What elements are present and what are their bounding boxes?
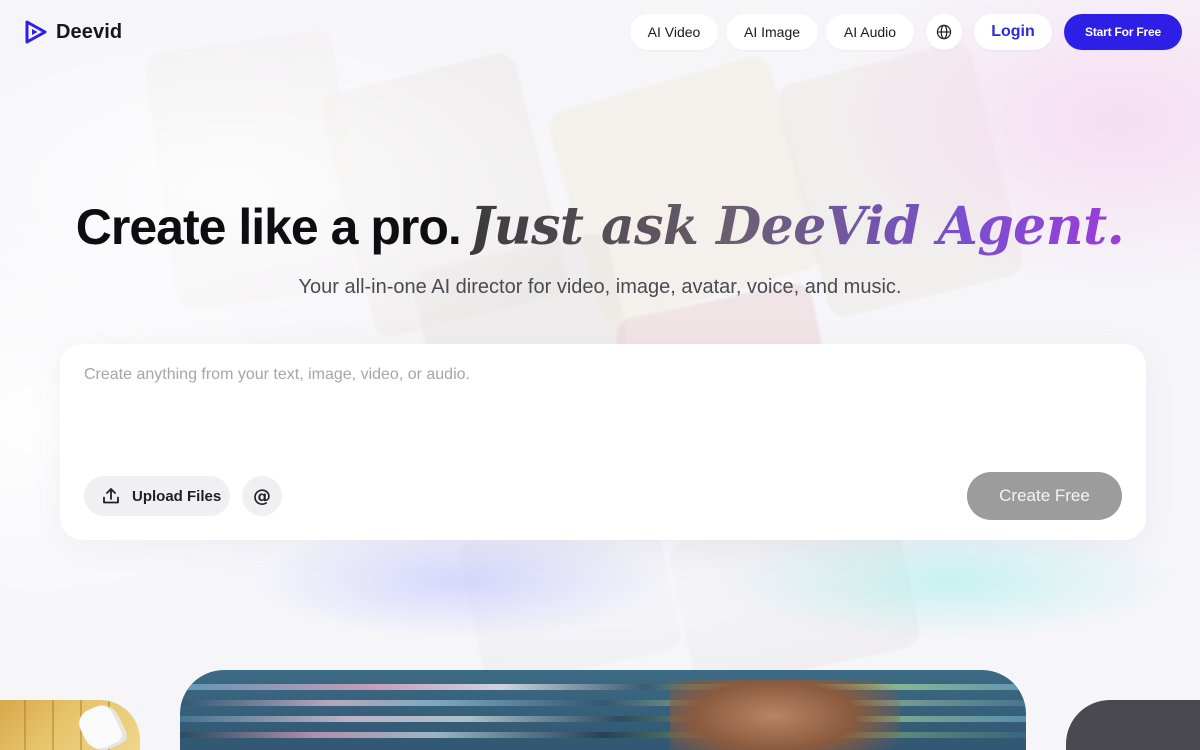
language-button[interactable] — [926, 14, 962, 50]
hero-title-bold: Create like a pro. — [75, 199, 462, 255]
thumbnail-stripe — [52, 700, 54, 750]
prompt-card: Upload Files @ Create Free — [60, 344, 1146, 540]
create-free-button[interactable]: Create Free — [967, 472, 1122, 520]
top-nav-bar: Deevid AI Video AI Image AI Audio Login … — [0, 0, 1200, 64]
at-sign-icon: @ — [253, 485, 271, 507]
hero-title-script: Just ask DeeVid Agent. — [469, 196, 1125, 257]
nav-ai-audio[interactable]: AI Audio — [826, 14, 914, 50]
mention-button[interactable]: @ — [242, 476, 282, 516]
logo-play-icon — [25, 20, 47, 44]
upload-files-button[interactable]: Upload Files — [84, 476, 230, 516]
login-button[interactable]: Login — [974, 14, 1052, 50]
preview-thumbnail-right[interactable] — [1066, 700, 1200, 750]
subject-face-image — [670, 680, 900, 750]
upload-files-label: Upload Files — [132, 487, 222, 505]
preview-video-main[interactable] — [180, 670, 1026, 750]
brand-logo[interactable]: Deevid — [24, 20, 122, 44]
hero-subtitle: Your all-in-one AI director for video, i… — [298, 276, 902, 298]
nav-ai-image[interactable]: AI Image — [726, 14, 818, 50]
nav-ai-video[interactable]: AI Video — [630, 14, 718, 50]
glove-image — [74, 700, 130, 750]
prompt-input[interactable] — [84, 366, 1114, 456]
globe-icon — [936, 24, 952, 40]
hero-title: Create like a pro. Just ask DeeVid Agent… — [0, 196, 1200, 257]
upload-icon — [103, 488, 119, 504]
start-for-free-button[interactable]: Start For Free — [1064, 14, 1182, 50]
preview-thumbnail-left[interactable] — [0, 700, 140, 750]
thumbnail-stripe — [24, 700, 26, 750]
brand-name: Deevid — [56, 20, 123, 43]
